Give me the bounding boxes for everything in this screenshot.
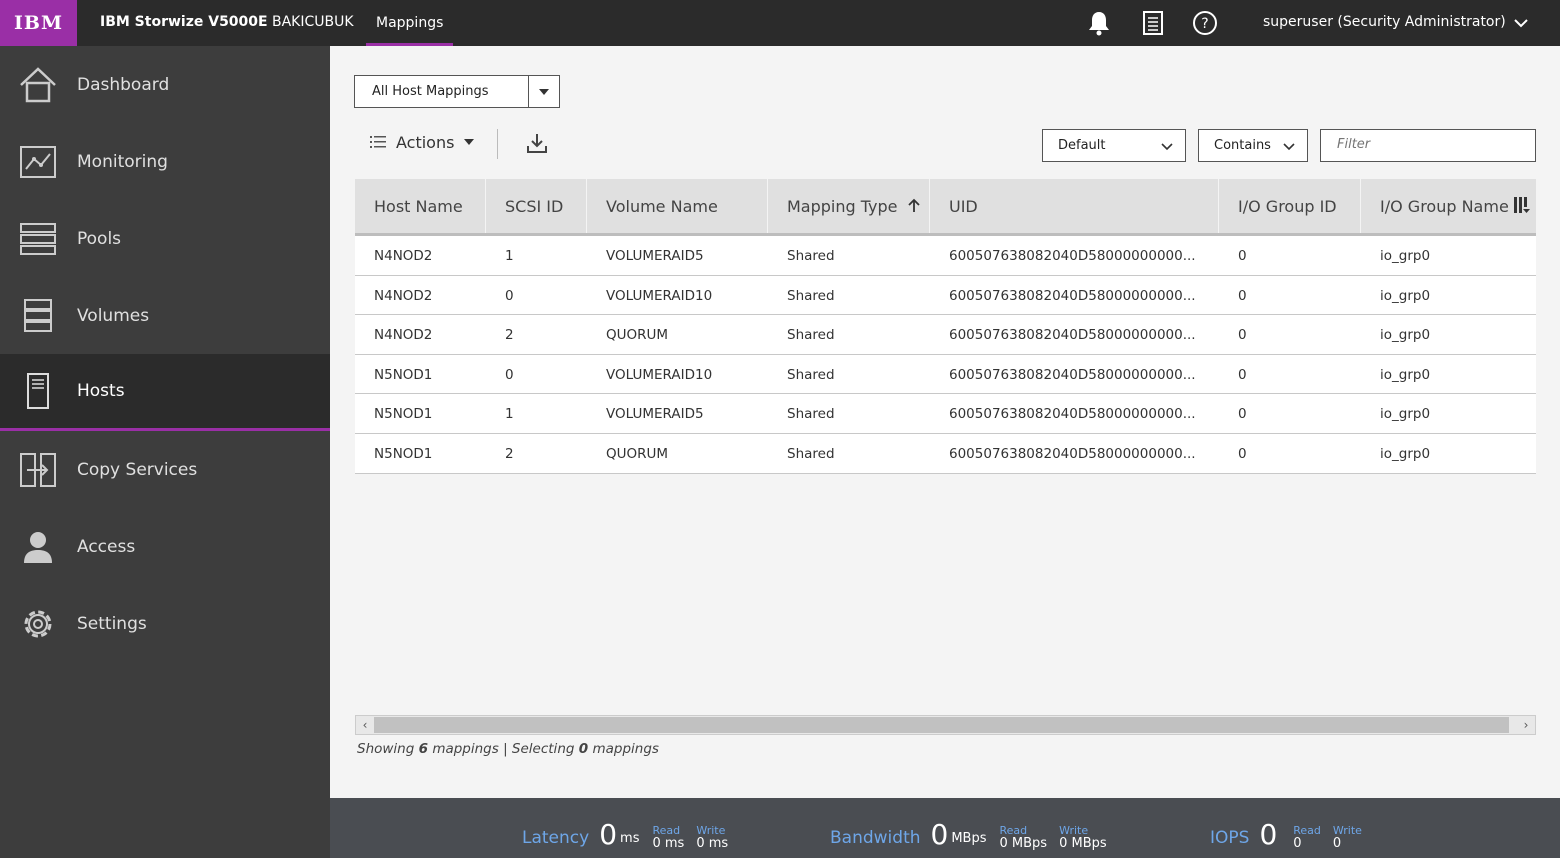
column-header-host-name[interactable]: Host Name: [355, 179, 486, 233]
column-header-scsi-id[interactable]: SCSI ID: [486, 179, 587, 233]
sidebar-item-label: Hosts: [77, 381, 125, 401]
chevron-down-icon[interactable]: [1514, 16, 1528, 32]
access-icon: [18, 527, 58, 567]
sidebar-item-volumes[interactable]: Volumes: [0, 277, 330, 354]
svg-text:?: ?: [1201, 16, 1208, 32]
tasks-icon[interactable]: [1140, 10, 1166, 36]
column-header-volume-name[interactable]: Volume Name: [587, 179, 768, 233]
preset-select-value: Default: [1058, 138, 1106, 153]
sidebar-item-pools[interactable]: Pools: [0, 200, 330, 277]
table-header: Host Name SCSI ID Volume Name Mapping Ty…: [355, 179, 1536, 236]
filter-field[interactable]: [1320, 129, 1537, 162]
column-header-io-group-id[interactable]: I/O Group ID: [1219, 179, 1361, 233]
chevron-down-icon: [1161, 140, 1173, 155]
filter-input[interactable]: [1337, 130, 1537, 158]
sidebar-item-access[interactable]: Access: [0, 508, 330, 585]
toolbar-divider: [497, 129, 498, 159]
match-select[interactable]: Contains: [1198, 129, 1308, 162]
sort-ascending-icon[interactable]: [907, 197, 920, 216]
user-menu[interactable]: superuser (Security Administrator): [1263, 14, 1506, 30]
top-bar: IBM IBM Storwize V5000E BAKICUBUK Mappin…: [0, 0, 1560, 46]
table-row[interactable]: N4NOD2 1 VOLUMERAID5 Shared 600507638082…: [355, 236, 1536, 276]
table-row[interactable]: N5NOD1 2 QUORUM Shared 600507638082040D5…: [355, 433, 1536, 474]
list-icon: [370, 133, 386, 152]
home-icon: [18, 65, 58, 105]
column-select-icon[interactable]: [1514, 197, 1530, 217]
monitoring-icon: [18, 142, 58, 182]
sidebar-item-label: Monitoring: [77, 151, 168, 172]
system-name[interactable]: BAKICUBUK: [272, 14, 354, 30]
match-select-value: Contains: [1214, 138, 1271, 153]
sidebar: Dashboard Monitoring Pools Volumes Hosts…: [0, 46, 330, 858]
caret-down-icon: [464, 137, 475, 148]
sidebar-item-label: Settings: [77, 613, 147, 634]
view-select-value: All Host Mappings: [372, 84, 489, 99]
sidebar-item-label: Access: [77, 536, 136, 557]
main-content: All Host Mappings Actions Default Contai…: [330, 46, 1560, 798]
sidebar-item-monitoring[interactable]: Monitoring: [0, 123, 330, 200]
chevron-down-icon: [1283, 140, 1295, 155]
chevron-left-icon[interactable]: ‹: [356, 716, 374, 734]
performance-footer[interactable]: Latency 0 ms Read 0 ms Write 0 ms Bandwidt…: [330, 798, 1560, 858]
product-name: IBM Storwize V5000E: [100, 14, 268, 30]
actions-label: Actions: [396, 133, 455, 152]
bandwidth-metric: Bandwidth 0 MBps Read 0 MBps Write 0 MBps: [830, 818, 1107, 851]
actions-button[interactable]: Actions: [370, 133, 475, 152]
caret-down-icon[interactable]: [528, 76, 559, 107]
sidebar-item-label: Copy Services: [77, 459, 198, 480]
sidebar-item-dashboard[interactable]: Dashboard: [0, 46, 330, 123]
breadcrumb-mappings[interactable]: Mappings: [366, 0, 454, 46]
help-icon[interactable]: ?: [1192, 10, 1218, 36]
gear-icon: [18, 604, 58, 644]
table-row[interactable]: N5NOD1 1 VOLUMERAID5 Shared 600507638082…: [355, 394, 1536, 434]
sidebar-item-copy-services[interactable]: Copy Services: [0, 431, 330, 508]
mappings-table: Host Name SCSI ID Volume Name Mapping Ty…: [355, 179, 1536, 474]
pools-icon: [18, 219, 58, 259]
sidebar-item-label: Dashboard: [77, 74, 170, 95]
scrollbar-thumb[interactable]: [374, 717, 1509, 733]
column-header-mapping-type[interactable]: Mapping Type: [768, 179, 930, 233]
sidebar-item-label: Pools: [77, 228, 122, 249]
table-row[interactable]: N5NOD1 0 VOLUMERAID10 Shared 60050763808…: [355, 354, 1536, 395]
view-select[interactable]: All Host Mappings: [354, 75, 560, 108]
sidebar-item-label: Volumes: [77, 305, 150, 326]
preset-select[interactable]: Default: [1042, 129, 1186, 162]
sidebar-item-settings[interactable]: Settings: [0, 585, 330, 662]
chevron-right-icon[interactable]: ›: [1517, 716, 1535, 734]
column-header-uid[interactable]: UID: [930, 179, 1219, 233]
hosts-icon: [18, 371, 58, 411]
volumes-icon: [18, 296, 58, 336]
selection-status: Showing 6 mappings | Selecting 0 mapping…: [357, 741, 659, 757]
horizontal-scrollbar[interactable]: ‹ ›: [355, 715, 1536, 735]
table-row[interactable]: N4NOD2 0 VOLUMERAID10 Shared 60050763808…: [355, 275, 1536, 316]
iops-metric: IOPS 0 Read 0 Write 0: [1210, 818, 1362, 851]
table-row[interactable]: N4NOD2 2 QUORUM Shared 600507638082040D5…: [355, 315, 1536, 355]
download-icon[interactable]: [526, 132, 548, 158]
copy-services-icon: [18, 450, 58, 490]
bell-icon[interactable]: [1086, 10, 1112, 36]
latency-metric: Latency 0 ms Read 0 ms Write 0 ms: [522, 818, 729, 851]
sidebar-item-hosts[interactable]: Hosts: [0, 354, 330, 431]
column-header-io-group-name[interactable]: I/O Group Name: [1361, 179, 1536, 233]
ibm-logo[interactable]: IBM: [0, 0, 77, 46]
